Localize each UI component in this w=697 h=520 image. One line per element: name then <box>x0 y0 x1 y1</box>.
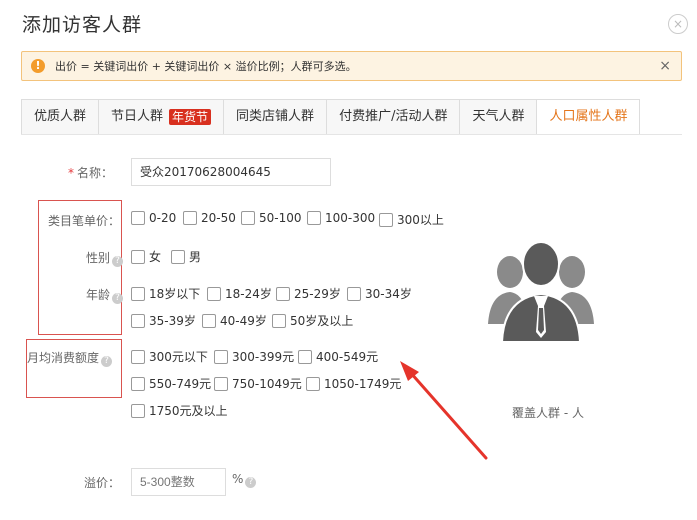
premium-unit: %? <box>232 472 257 488</box>
audience-people-icon <box>488 241 594 343</box>
premium-label: 溢价： <box>84 476 121 490</box>
unit-text: % <box>232 472 244 486</box>
help-icon[interactable]: ? <box>245 477 257 488</box>
coverage-text: 覆盖人群 - 人 <box>512 406 584 420</box>
premium-input[interactable] <box>131 468 226 496</box>
